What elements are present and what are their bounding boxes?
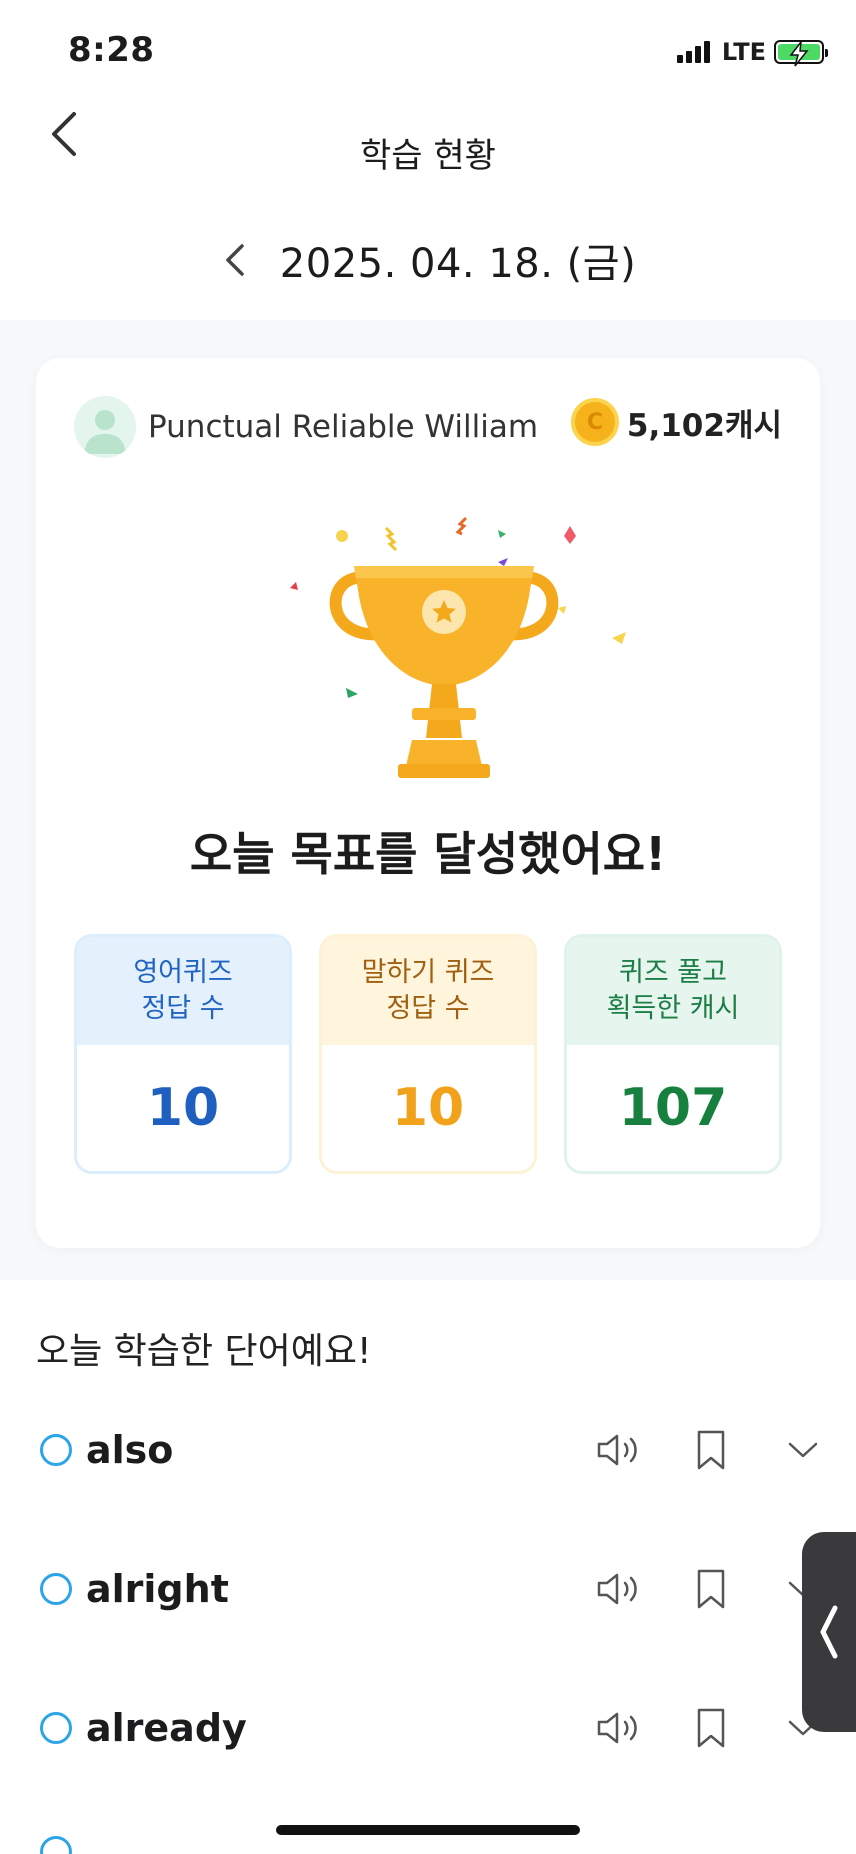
word-list: also alright already (0, 1380, 856, 1797)
bookmark-button[interactable] (686, 1425, 736, 1475)
stat-value: 107 (567, 1045, 779, 1171)
stat-value: 10 (322, 1045, 534, 1171)
stat-speaking-quiz: 말하기 퀴즈 정답 수 10 (319, 934, 537, 1174)
trophy-illustration (236, 508, 656, 788)
home-indicator[interactable] (276, 1825, 580, 1835)
speaker-icon (597, 1573, 637, 1604)
stat-header: 말하기 퀴즈 정답 수 (322, 937, 534, 1045)
bookmark-icon (697, 1430, 725, 1469)
bookmark-icon (697, 1569, 725, 1608)
stat-earned-cash: 퀴즈 풀고 획득한 캐시 107 (564, 934, 782, 1174)
chevron-left-icon (226, 244, 244, 276)
word-text: also (86, 1427, 174, 1472)
stats-grid: 영어퀴즈 정답 수 10 말하기 퀴즈 정답 수 10 퀴즈 풀고 획득한 캐시… (74, 934, 782, 1174)
bookmark-icon (697, 1708, 725, 1747)
profile: Punctual Reliable William (74, 396, 538, 458)
speaker-button[interactable] (594, 1425, 644, 1475)
user-icon (84, 410, 126, 454)
signal-icon (676, 41, 710, 63)
bookmark-button[interactable] (686, 1564, 736, 1614)
speaker-icon (597, 1434, 637, 1465)
network-label: LTE (721, 38, 766, 66)
side-panel-handle[interactable] (802, 1532, 856, 1732)
page-title: 학습 현황 (360, 136, 496, 176)
word-check-circle[interactable] (40, 1836, 72, 1854)
word-text: alright (86, 1566, 229, 1611)
cash-amount: 5,102캐시 (626, 407, 782, 444)
stat-label: 정답 수 (386, 993, 470, 1024)
word-item[interactable]: also (0, 1380, 856, 1519)
previous-date-button[interactable] (220, 238, 250, 282)
stat-label: 정답 수 (141, 993, 225, 1024)
word-item[interactable]: already (0, 1658, 856, 1797)
status-time: 8:28 (68, 30, 155, 70)
status-indicators: LTE (676, 38, 828, 67)
word-actions (594, 1564, 828, 1614)
word-check-circle[interactable] (40, 1433, 72, 1466)
words-section-title: 오늘 학습한 단어예요! (36, 1331, 372, 1372)
profile-name: Punctual Reliable William (148, 409, 539, 445)
word-actions (594, 1703, 828, 1753)
word-text: already (86, 1705, 247, 1750)
stat-label: 획득한 캐시 (606, 993, 740, 1024)
summary-card: Punctual Reliable William C 5,102캐시 오늘 목… (36, 358, 820, 1248)
word-check-circle[interactable] (40, 1711, 72, 1744)
avatar (74, 396, 136, 458)
stat-english-quiz: 영어퀴즈 정답 수 10 (74, 934, 292, 1174)
chevron-left-icon (820, 1605, 838, 1659)
speaker-button[interactable] (594, 1564, 644, 1614)
stat-label: 퀴즈 풀고 (619, 957, 727, 988)
word-actions (594, 1425, 828, 1475)
speaker-button[interactable] (594, 1703, 644, 1753)
trophy-icon (290, 516, 626, 778)
speaker-icon (597, 1712, 637, 1743)
expand-button[interactable] (778, 1425, 828, 1475)
stat-label: 말하기 퀴즈 (361, 957, 495, 988)
stat-header: 퀴즈 풀고 획득한 캐시 (567, 937, 779, 1045)
word-check-circle[interactable] (40, 1572, 72, 1605)
battery-icon (774, 40, 828, 67)
date-selector: 2025. 04. 18. (금) (0, 230, 856, 290)
stat-value: 10 (77, 1045, 289, 1171)
bookmark-button[interactable] (686, 1703, 736, 1753)
status-bar: 8:28 LTE (0, 0, 856, 100)
coin-icon: C (570, 398, 619, 446)
goal-message: 오늘 목표를 달성했어요! (189, 827, 667, 881)
cash-balance[interactable]: C 5,102캐시 (570, 398, 782, 446)
stat-label: 영어퀴즈 (133, 957, 233, 988)
chevron-down-icon (788, 1442, 818, 1457)
word-item[interactable]: alright (0, 1519, 856, 1658)
date-label: 2025. 04. 18. (금) (279, 241, 637, 287)
stat-header: 영어퀴즈 정답 수 (77, 937, 289, 1045)
